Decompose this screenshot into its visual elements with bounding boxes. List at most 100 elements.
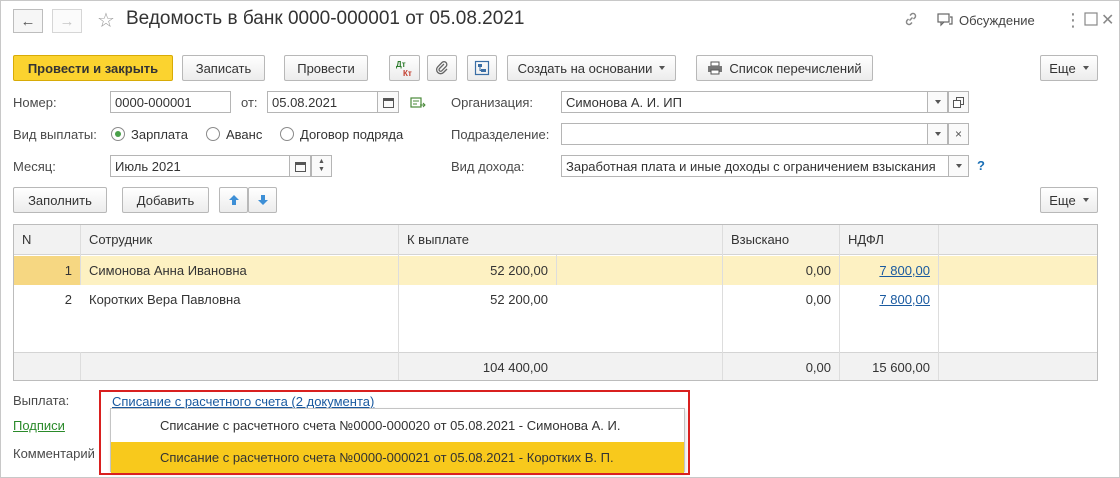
back-button[interactable]: ←: [13, 9, 43, 33]
table-footer: 104 400,00 0,00 15 600,00: [14, 352, 1097, 380]
recovered-cell: 0,00: [805, 263, 831, 278]
comment-label: Комментарий: [13, 446, 95, 461]
highlight-frame: [99, 390, 690, 475]
date-label: от:: [241, 95, 258, 110]
save-button[interactable]: Записать: [182, 55, 265, 81]
grid-line: [839, 225, 840, 380]
page-title: Ведомость в банк 0000-000001 от 05.08.20…: [126, 8, 525, 29]
number-field[interactable]: 0000-000001: [110, 91, 231, 113]
month-field[interactable]: Июль 2021: [110, 155, 290, 177]
payment-type-label: Вид выплаты:: [13, 127, 97, 142]
table-header: N Сотрудник К выплате Взыскано НДФЛ: [14, 225, 1097, 255]
clear-icon: ×: [954, 127, 962, 141]
column-header-n[interactable]: N: [14, 225, 80, 254]
radio-contract-label[interactable]: Договор подряда: [300, 127, 403, 142]
department-field[interactable]: [561, 123, 928, 145]
calendar-icon: [294, 161, 306, 172]
open-icon: [953, 96, 964, 108]
attach-button[interactable]: [427, 55, 457, 81]
transfer-list-button[interactable]: Список перечислений: [696, 55, 873, 81]
organization-label: Организация:: [451, 95, 534, 110]
printer-icon: [708, 61, 723, 75]
payroll-table[interactable]: N Сотрудник К выплате Взыскано НДФЛ 1 Си…: [13, 224, 1098, 381]
chevron-down-icon: [955, 164, 962, 168]
link-icon[interactable]: [903, 11, 919, 32]
paperclip-icon: [435, 61, 448, 75]
month-spinner[interactable]: ▲ ▼: [311, 155, 332, 177]
dt-kt-icon: Дт Кт: [396, 60, 412, 78]
employee-cell: Симонова Анна Ивановна: [89, 263, 247, 278]
recovered-cell: 0,00: [805, 292, 831, 307]
radio-advance-label[interactable]: Аванс: [226, 127, 262, 142]
more-button[interactable]: Еще: [1040, 55, 1098, 81]
structure-button[interactable]: [467, 55, 497, 81]
chevron-down-icon: [1082, 198, 1089, 202]
total-to-pay: 104 400,00: [482, 359, 548, 375]
maximize-icon[interactable]: [1084, 12, 1098, 31]
spin-down-icon[interactable]: ▼: [318, 166, 325, 174]
total-recovered: 0,00: [805, 359, 831, 375]
department-label: Подразделение:: [451, 127, 550, 142]
income-type-label: Вид дохода:: [451, 159, 525, 174]
post-button[interactable]: Провести: [284, 55, 368, 81]
organization-dropdown-button[interactable]: [928, 91, 948, 113]
radio-salary[interactable]: [111, 127, 125, 141]
radio-advance[interactable]: [206, 127, 220, 141]
month-label: Месяц:: [13, 159, 56, 174]
organization-field[interactable]: Симонова А. И. ИП: [561, 91, 928, 113]
add-button[interactable]: Добавить: [122, 187, 209, 213]
income-type-field[interactable]: Заработная плата и иные доходы с огранич…: [561, 155, 949, 177]
move-down-button[interactable]: [248, 187, 277, 213]
month-calendar-button[interactable]: [290, 155, 311, 177]
table-more-button[interactable]: Еще: [1040, 187, 1098, 213]
radio-salary-label[interactable]: Зарплата: [131, 127, 188, 142]
row-number: 2: [64, 292, 72, 307]
department-dropdown-button[interactable]: [928, 123, 948, 145]
column-header-recovered[interactable]: Взыскано: [723, 225, 839, 254]
date-field[interactable]: 05.08.2021: [267, 91, 378, 113]
more-label: Еще: [1049, 60, 1076, 76]
department-clear-button[interactable]: ×: [948, 123, 969, 145]
income-type-dropdown-button[interactable]: [949, 155, 969, 177]
move-up-button[interactable]: [219, 187, 248, 213]
grid-line: [722, 225, 723, 380]
to-pay-cell: 52 200,00: [490, 292, 548, 307]
total-ndfl: 15 600,00: [872, 359, 930, 375]
ndfl-cell[interactable]: 7 800,00: [840, 256, 938, 285]
discussion-button[interactable]: Обсуждение: [959, 13, 1035, 28]
to-pay-cell: 52 200,00: [490, 263, 548, 278]
fill-button[interactable]: Заполнить: [13, 187, 107, 213]
chevron-down-icon: [659, 66, 666, 70]
forward-button[interactable]: →: [52, 9, 82, 33]
column-header-ndfl[interactable]: НДФЛ: [840, 225, 938, 254]
ndfl-cell[interactable]: 7 800,00: [840, 285, 938, 314]
arrow-down-icon: [257, 195, 268, 205]
menu-dots-icon[interactable]: ⋮: [1064, 10, 1082, 31]
favorite-star-icon[interactable]: ☆: [97, 8, 115, 33]
post-status-icon[interactable]: [410, 96, 426, 113]
arrow-right-icon: →: [59, 12, 75, 30]
chevron-down-icon: [934, 100, 941, 104]
calendar-icon: [382, 97, 394, 108]
ndfl-link[interactable]: 7 800,00: [879, 263, 930, 278]
help-icon[interactable]: ?: [977, 158, 985, 173]
discussion-icon[interactable]: [937, 13, 953, 32]
calendar-button[interactable]: [378, 91, 399, 113]
table-row[interactable]: 2 Коротких Вера Павловна 52 200,00 0,00 …: [14, 285, 1097, 314]
column-header-to-pay[interactable]: К выплате: [399, 225, 722, 254]
column-header-employee[interactable]: Сотрудник: [81, 225, 398, 254]
create-based-on-label: Создать на основании: [517, 60, 653, 76]
create-based-on-button[interactable]: Создать на основании: [507, 55, 676, 81]
arrow-up-icon: [228, 195, 239, 205]
spin-up-icon[interactable]: ▲: [318, 158, 325, 166]
post-and-close-button[interactable]: Провести и закрыть: [13, 55, 173, 81]
close-icon[interactable]: ✕: [1101, 10, 1114, 30]
transfer-list-label: Список перечислений: [729, 60, 862, 76]
ndfl-link[interactable]: 7 800,00: [879, 292, 930, 307]
grid-line: [80, 225, 81, 285]
signatures-link[interactable]: Подписи: [13, 418, 65, 433]
dt-kt-button[interactable]: Дт Кт: [389, 55, 420, 81]
svg-text:Дт: Дт: [396, 60, 406, 69]
organization-open-button[interactable]: [948, 91, 969, 113]
radio-contract[interactable]: [280, 127, 294, 141]
